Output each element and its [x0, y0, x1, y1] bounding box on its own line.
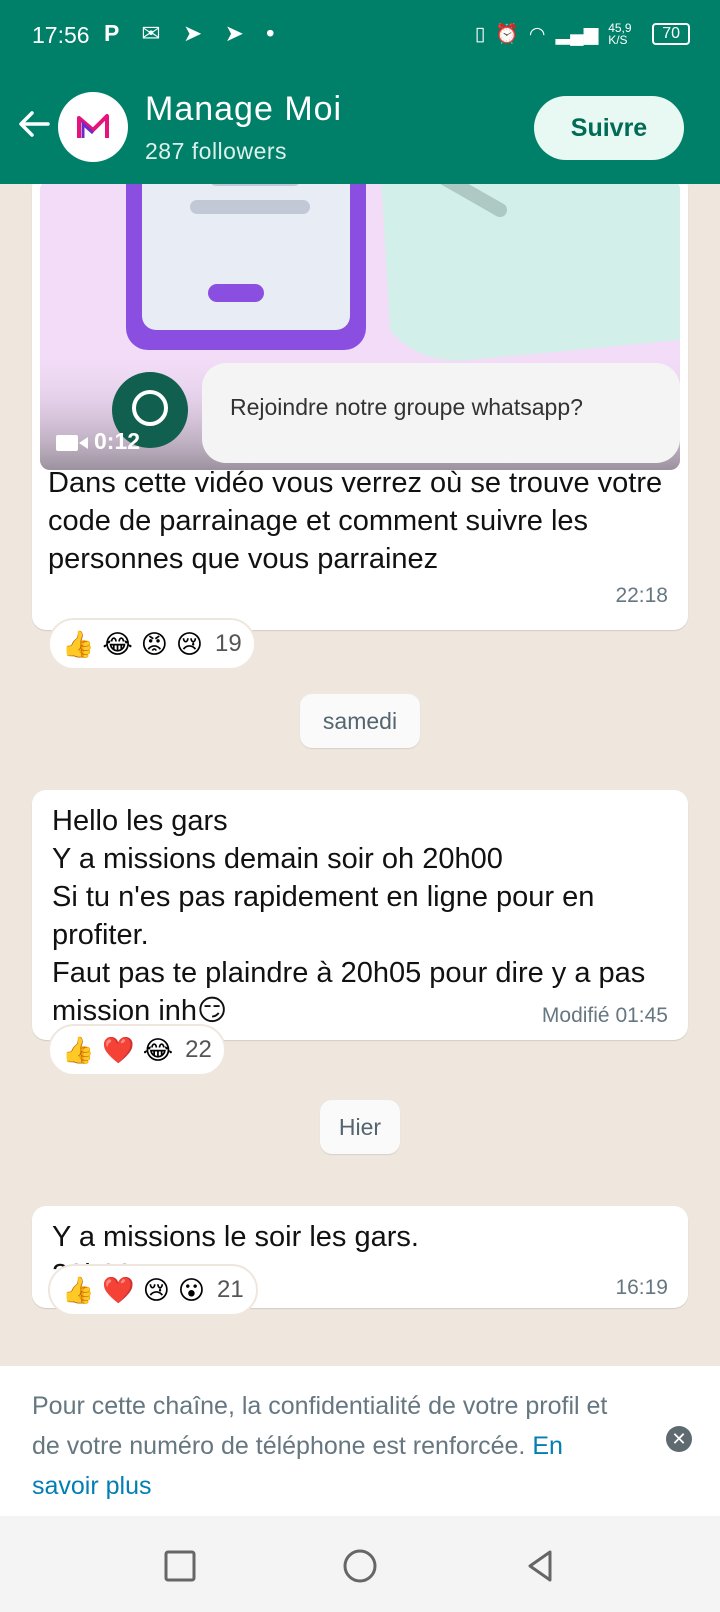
- thumbs-up-icon: 👍: [62, 1034, 95, 1065]
- privacy-notice: Pour cette chaîne, la confidentialité de…: [32, 1392, 608, 1500]
- status-bar: 17:56 P ✉ ➤ ➤ • ▯ ⏰ ◠ ▂▄▆ 45,9 K/S 70: [0, 0, 720, 72]
- follow-button[interactable]: Suivre: [534, 96, 684, 160]
- message-text: Hello les gars Y a missions demain soir …: [52, 805, 646, 1027]
- recent-apps-icon[interactable]: [160, 1546, 200, 1586]
- follower-count: 287 followers: [145, 138, 288, 164]
- status-time: 17:56: [32, 22, 90, 48]
- net-speed: 45,9 K/S: [608, 21, 632, 47]
- signal-icon: ▂▄▆: [555, 23, 599, 45]
- vibrate-icon: ▯: [474, 23, 486, 45]
- surprised-icon: 😮: [177, 1274, 205, 1305]
- reactions-bar[interactable]: 👍 ❤️ 😢 😮 21: [48, 1264, 258, 1316]
- thumbs-up-icon: 👍: [62, 628, 95, 659]
- laughing-icon: 😂: [102, 628, 133, 659]
- battery-indicator: 70: [652, 23, 690, 45]
- channel-name[interactable]: Manage Moi: [145, 90, 342, 129]
- heart-icon: ❤️: [102, 1274, 135, 1305]
- edited-label: Modifié: [541, 1004, 610, 1027]
- date-separator: Hier: [320, 1100, 400, 1154]
- video-message[interactable]: Rejoindre notre groupe whatsapp? 0:12 Da…: [32, 184, 688, 630]
- reactions-bar[interactable]: 👍 😂 😡 😢 19: [48, 618, 256, 670]
- video-thumbnail[interactable]: Rejoindre notre groupe whatsapp? 0:12: [40, 184, 680, 470]
- system-nav-bar: [0, 1516, 720, 1612]
- channel-logo-icon: [77, 114, 109, 138]
- heart-icon: ❤️: [102, 1034, 135, 1065]
- reaction-count: 22: [185, 1036, 212, 1063]
- close-icon[interactable]: ✕: [666, 1426, 692, 1452]
- channel-avatar[interactable]: [58, 92, 128, 162]
- text-message[interactable]: Hello les gars Y a missions demain soir …: [32, 790, 688, 1040]
- message-time: Modifié 01:45: [541, 1004, 668, 1027]
- system-icons: ▯ ⏰ ◠ ▂▄▆ 45,9 K/S 70: [475, 22, 690, 46]
- reaction-count: 19: [214, 630, 242, 657]
- thumbs-up-icon: 👍: [62, 1274, 95, 1305]
- laughing-icon: 😂: [142, 1034, 174, 1065]
- video-duration: 0:12: [56, 428, 140, 455]
- reactions-bar[interactable]: 👍 ❤️ 😂 22: [48, 1024, 226, 1076]
- message-time: 16:19: [615, 1276, 668, 1299]
- wifi-icon: ◠: [528, 23, 546, 45]
- notification-icons: P ✉ ➤ ➤ •: [104, 20, 283, 46]
- crying-icon: 😢: [175, 628, 203, 659]
- message-text: Dans cette vidéo vous verrez où se trouv…: [48, 467, 663, 575]
- video-caption: Rejoindre notre groupe whatsapp?: [230, 394, 583, 420]
- channel-header: 17:56 P ✉ ➤ ➤ • ▯ ⏰ ◠ ▂▄▆ 45,9 K/S 70 Ma…: [0, 0, 720, 184]
- date-separator: samedi: [300, 694, 420, 748]
- alarm-icon: ⏰: [495, 24, 519, 45]
- privacy-banner: Pour cette chaîne, la confidentialité de…: [0, 1366, 720, 1516]
- home-icon[interactable]: [340, 1546, 380, 1586]
- back-arrow-icon[interactable]: [14, 104, 54, 144]
- crying-icon: 😢: [142, 1274, 170, 1305]
- message-time: 22:18: [615, 584, 668, 607]
- chat-area[interactable]: Rejoindre notre groupe whatsapp? 0:12 Da…: [0, 184, 720, 1366]
- video-camera-icon: [56, 432, 88, 452]
- reaction-count: 21: [216, 1276, 244, 1303]
- angry-icon: 😡: [140, 628, 168, 659]
- back-nav-icon[interactable]: [520, 1546, 560, 1586]
